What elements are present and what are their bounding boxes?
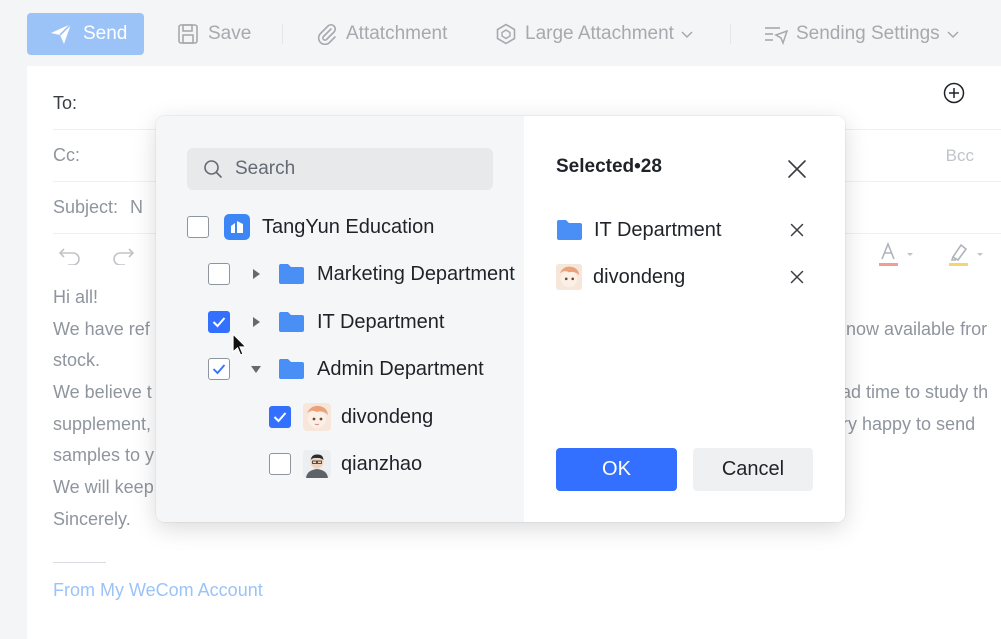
bcc-link[interactable]: Bcc: [946, 146, 974, 166]
selected-panel: Selected•28 IT Department divondeng OK C…: [524, 116, 845, 522]
cancel-button[interactable]: Cancel: [693, 448, 813, 491]
attachment-label: Attatchment: [346, 23, 448, 44]
send-button[interactable]: Send: [27, 13, 144, 55]
it-checkbox[interactable]: [208, 311, 230, 333]
tree-row-org[interactable]: TangYun Education: [187, 207, 434, 247]
member-checkbox[interactable]: [269, 406, 291, 428]
subject-value: N: [130, 197, 144, 217]
remove-icon[interactable]: [790, 270, 804, 284]
avatar: [303, 450, 331, 478]
tree-row-admin-department[interactable]: Admin Department: [208, 349, 484, 389]
collapse-arrow-icon[interactable]: [250, 364, 262, 374]
avatar: [556, 264, 582, 290]
toolbar: Send Save Attatchment Large Attachment S…: [0, 0, 1001, 68]
cube-icon: [496, 23, 516, 45]
to-label: To:: [53, 93, 78, 113]
add-recipient-icon[interactable]: [943, 82, 965, 104]
cc-label: Cc:: [53, 145, 80, 165]
large-attachment-label: Large Attachment: [525, 23, 674, 44]
folder-icon: [278, 263, 305, 285]
send-icon: [51, 23, 72, 44]
font-color-icon[interactable]: [877, 241, 917, 269]
department-label: Marketing Department: [317, 262, 515, 285]
org-checkbox[interactable]: [187, 216, 209, 238]
member-checkbox[interactable]: [269, 453, 291, 475]
selected-item-label: divondeng: [593, 265, 686, 288]
mouse-cursor-icon: [232, 333, 248, 356]
large-attachment-button[interactable]: Large Attachment: [495, 13, 694, 55]
selected-item: IT Department: [556, 213, 721, 247]
search-box[interactable]: [187, 148, 493, 190]
highlight-icon[interactable]: [947, 241, 987, 269]
save-button[interactable]: Save: [177, 13, 251, 55]
signature-divider: [53, 562, 106, 563]
save-icon: [178, 24, 198, 44]
org-logo-icon: [224, 214, 250, 240]
subject-label: Subject:: [53, 197, 119, 217]
search-input[interactable]: [235, 158, 475, 180]
remove-icon[interactable]: [790, 223, 804, 237]
member-label: qianzhao: [341, 452, 423, 475]
org-tree-panel: TangYun Education Marketing Department: [156, 116, 524, 522]
redo-icon[interactable]: [111, 245, 135, 265]
department-label: IT Department: [317, 310, 445, 333]
folder-icon: [556, 219, 583, 241]
folder-icon: [278, 311, 305, 333]
tree-row-member[interactable]: divondeng: [269, 397, 433, 437]
check-icon: [273, 412, 287, 423]
save-label: Save: [208, 23, 252, 44]
undo-icon[interactable]: [58, 245, 82, 265]
sending-settings-label: Sending Settings: [796, 23, 940, 44]
attachment-button[interactable]: Attatchment: [316, 13, 447, 55]
tree-row-member[interactable]: qianzhao: [269, 444, 422, 484]
send-label: Send: [83, 23, 128, 44]
department-label: Admin Department: [317, 357, 484, 380]
avatar: [303, 403, 331, 431]
chevron-down-icon: [947, 31, 959, 39]
expand-arrow-icon[interactable]: [250, 316, 262, 328]
tree-row-marketing-department[interactable]: Marketing Department: [208, 254, 515, 294]
send-settings-icon: [765, 27, 788, 45]
toolbar-divider: [282, 24, 283, 44]
org-label: TangYun Education: [262, 215, 435, 238]
chevron-down-icon: [681, 31, 693, 39]
selected-item: divondeng: [556, 260, 685, 294]
check-icon: [212, 317, 226, 328]
member-label: divondeng: [341, 405, 434, 428]
check-icon: [212, 364, 226, 375]
select-members-dialog: TangYun Education Marketing Department: [156, 116, 845, 522]
toolbar-divider: [730, 24, 731, 44]
selected-item-label: IT Department: [594, 218, 722, 241]
selected-count-title: Selected•28: [556, 156, 662, 177]
search-icon: [204, 160, 222, 178]
close-icon[interactable]: [786, 158, 808, 180]
marketing-checkbox[interactable]: [208, 263, 230, 285]
signature-link[interactable]: From My WeCom Account: [53, 580, 263, 601]
sending-settings-button[interactable]: Sending Settings: [764, 13, 960, 55]
admin-checkbox[interactable]: [208, 358, 230, 380]
ok-button[interactable]: OK: [556, 448, 677, 491]
paperclip-icon: [317, 23, 337, 45]
expand-arrow-icon[interactable]: [250, 268, 262, 280]
folder-icon: [278, 358, 305, 380]
